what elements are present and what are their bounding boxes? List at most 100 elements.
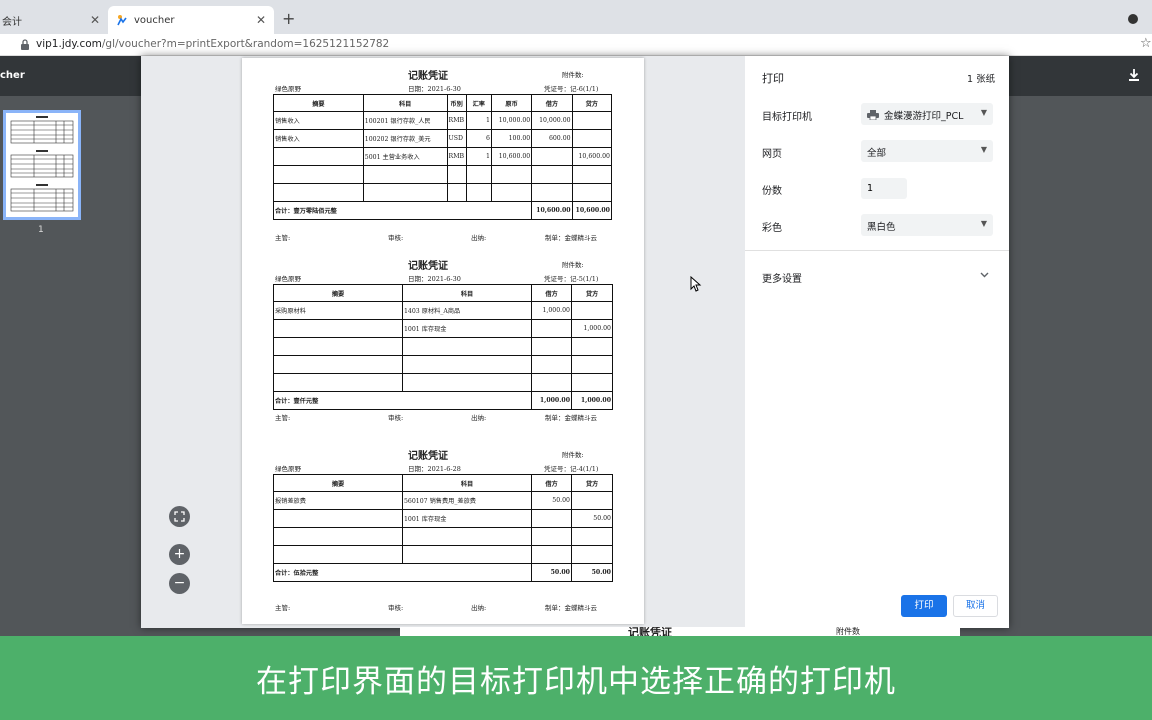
- voucher-company: 绿色原野: [275, 275, 301, 283]
- print-preview-page: 记账凭证 附件数: 绿色原野 日期：2021-6-30 凭证号：记-6(1/1)…: [242, 58, 644, 624]
- table-cell: 10,600.00: [571, 147, 613, 166]
- tab-title: voucher: [134, 14, 175, 26]
- table-cell: [402, 527, 532, 546]
- total-label: 合计：伍拾元整: [273, 563, 532, 582]
- voucher-date: 日期：2021-6-28: [408, 465, 461, 473]
- voucher-attachments: 附件数:: [562, 451, 584, 459]
- table-cell: 报销差旅费: [273, 491, 403, 510]
- bookmark-star-icon[interactable]: ☆: [1140, 36, 1152, 51]
- footer-preparer: 制单：金蝶精斗云: [545, 234, 597, 242]
- peek-attachments: 附件数: [836, 627, 860, 636]
- table-cell: [531, 545, 572, 564]
- tab-voucher[interactable]: voucher ✕: [108, 6, 274, 34]
- column-header: 贷方: [571, 94, 613, 112]
- voucher-table: 摘要 科目 币别 汇率 原币 借方 贷方 销售收入 100201 银行存款_人民…: [272, 94, 613, 220]
- page-thumbnail[interactable]: [3, 110, 81, 220]
- zoom-out-button[interactable]: −: [169, 573, 190, 594]
- zoom-in-icon: +: [173, 546, 186, 562]
- footer-reviewer: 审核:: [388, 604, 404, 612]
- table-header-row: 摘要 科目 借方 贷方: [273, 474, 613, 492]
- color-select[interactable]: 黑白色 ▼: [861, 214, 993, 236]
- voucher-company: 绿色原野: [275, 465, 301, 473]
- table-row: [273, 527, 613, 546]
- print-button[interactable]: 打印: [901, 595, 947, 617]
- voucher-title: 记账凭证: [408, 71, 448, 82]
- table-cell: [531, 373, 572, 392]
- table-cell: 100201 银行存款_人民: [362, 111, 448, 130]
- table-cell: [571, 355, 613, 374]
- close-icon[interactable]: ✕: [90, 13, 100, 27]
- print-title: 打印: [762, 72, 784, 85]
- table-cell: [273, 545, 403, 564]
- table-row: [273, 165, 613, 184]
- table-cell: [531, 319, 572, 338]
- table-row: 1001 库存现金 50.00: [273, 509, 613, 528]
- browser-menu-icon[interactable]: [1128, 14, 1138, 24]
- table-cell: [273, 355, 403, 374]
- table-row: [273, 337, 613, 356]
- table-cell: [273, 147, 364, 166]
- footer-supervisor: 主管:: [275, 234, 291, 242]
- table-cell: [446, 165, 467, 184]
- color-value: 黑白色: [867, 222, 896, 233]
- voucher-date: 日期：2021-6-30: [408, 85, 461, 93]
- column-header: 原币: [490, 94, 533, 112]
- column-header: 借方: [531, 94, 573, 112]
- close-icon[interactable]: ✕: [256, 13, 266, 27]
- table-cell: 1: [465, 111, 492, 130]
- next-page-peek: 记账凭证 附件数: [400, 627, 960, 636]
- cancel-button[interactable]: 取消: [953, 595, 998, 617]
- chevron-down-icon: ▼: [980, 219, 987, 228]
- table-row: 5001 主营业务收入 RMB 1 10,600.00 10,600.00: [273, 147, 613, 166]
- table-cell: 100.00: [490, 129, 533, 148]
- url-text[interactable]: vip1.jdy.com/gl/voucher?m=printExport&ra…: [36, 38, 389, 50]
- table-cell: [571, 491, 613, 510]
- table-cell: [531, 509, 572, 528]
- fit-page-button[interactable]: [169, 506, 190, 527]
- browser-tab-bar: 会计 ✕ voucher ✕ +: [0, 0, 1152, 34]
- column-header: 币别: [446, 94, 467, 112]
- table-cell: 销售收入: [273, 129, 364, 148]
- footer-cashier: 出纳:: [471, 604, 487, 612]
- pages-select[interactable]: 全部 ▼: [861, 140, 993, 162]
- table-cell: 100202 银行存款_美元: [362, 129, 448, 148]
- footer-cashier: 出纳:: [471, 414, 487, 422]
- column-header: 摘要: [273, 474, 403, 492]
- tab-accounting[interactable]: 会计 ✕: [0, 6, 108, 34]
- more-settings-toggle[interactable]: 更多设置: [762, 270, 802, 285]
- voucher-table: 摘要 科目 借方 贷方 报销差旅费 560107 销售费用_差旅费 50.00 …: [273, 474, 613, 582]
- pdf-viewer-title: cher: [0, 70, 25, 81]
- voucher-number: 凭证号：记-4(1/1): [544, 465, 599, 473]
- column-header: 摘要: [273, 94, 364, 112]
- table-header-row: 摘要 科目 币别 汇率 原币 借方 贷方: [273, 94, 613, 112]
- zoom-in-button[interactable]: +: [169, 544, 190, 565]
- footer-supervisor: 主管:: [275, 604, 291, 612]
- download-icon[interactable]: [1128, 68, 1140, 82]
- copies-input[interactable]: 1: [861, 178, 907, 199]
- fit-to-page-icon: [174, 511, 185, 522]
- settings-divider: [745, 250, 1009, 251]
- peek-title: 记账凭证: [628, 627, 672, 636]
- table-cell: USD: [446, 129, 467, 148]
- table-row: 1001 库存现金 1,000.00: [273, 319, 613, 338]
- table-cell: [571, 129, 613, 148]
- table-cell: 销售收入: [273, 111, 364, 130]
- chevron-down-icon: ▼: [980, 108, 987, 117]
- lock-icon: [21, 39, 29, 50]
- table-cell: 10,000.00: [490, 111, 533, 130]
- table-cell: [490, 165, 533, 184]
- total-debit: 50.00: [531, 563, 572, 582]
- site-favicon-icon: [117, 15, 127, 26]
- column-header: 汇率: [465, 94, 492, 112]
- table-cell: 1,000.00: [571, 319, 613, 338]
- table-cell: 560107 销售费用_差旅费: [402, 491, 532, 510]
- chevron-down-icon[interactable]: [980, 272, 989, 278]
- table-cell: [273, 319, 403, 338]
- zoom-out-icon: −: [173, 575, 186, 591]
- table-cell: [571, 337, 613, 356]
- address-bar[interactable]: vip1.jdy.com/gl/voucher?m=printExport&ra…: [0, 34, 1152, 56]
- printer-select[interactable]: 金蝶漫游打印_PCL ▼: [861, 103, 993, 125]
- table-row: [273, 183, 613, 202]
- new-tab-icon[interactable]: +: [282, 9, 295, 28]
- total-debit: 10,600.00: [531, 201, 573, 220]
